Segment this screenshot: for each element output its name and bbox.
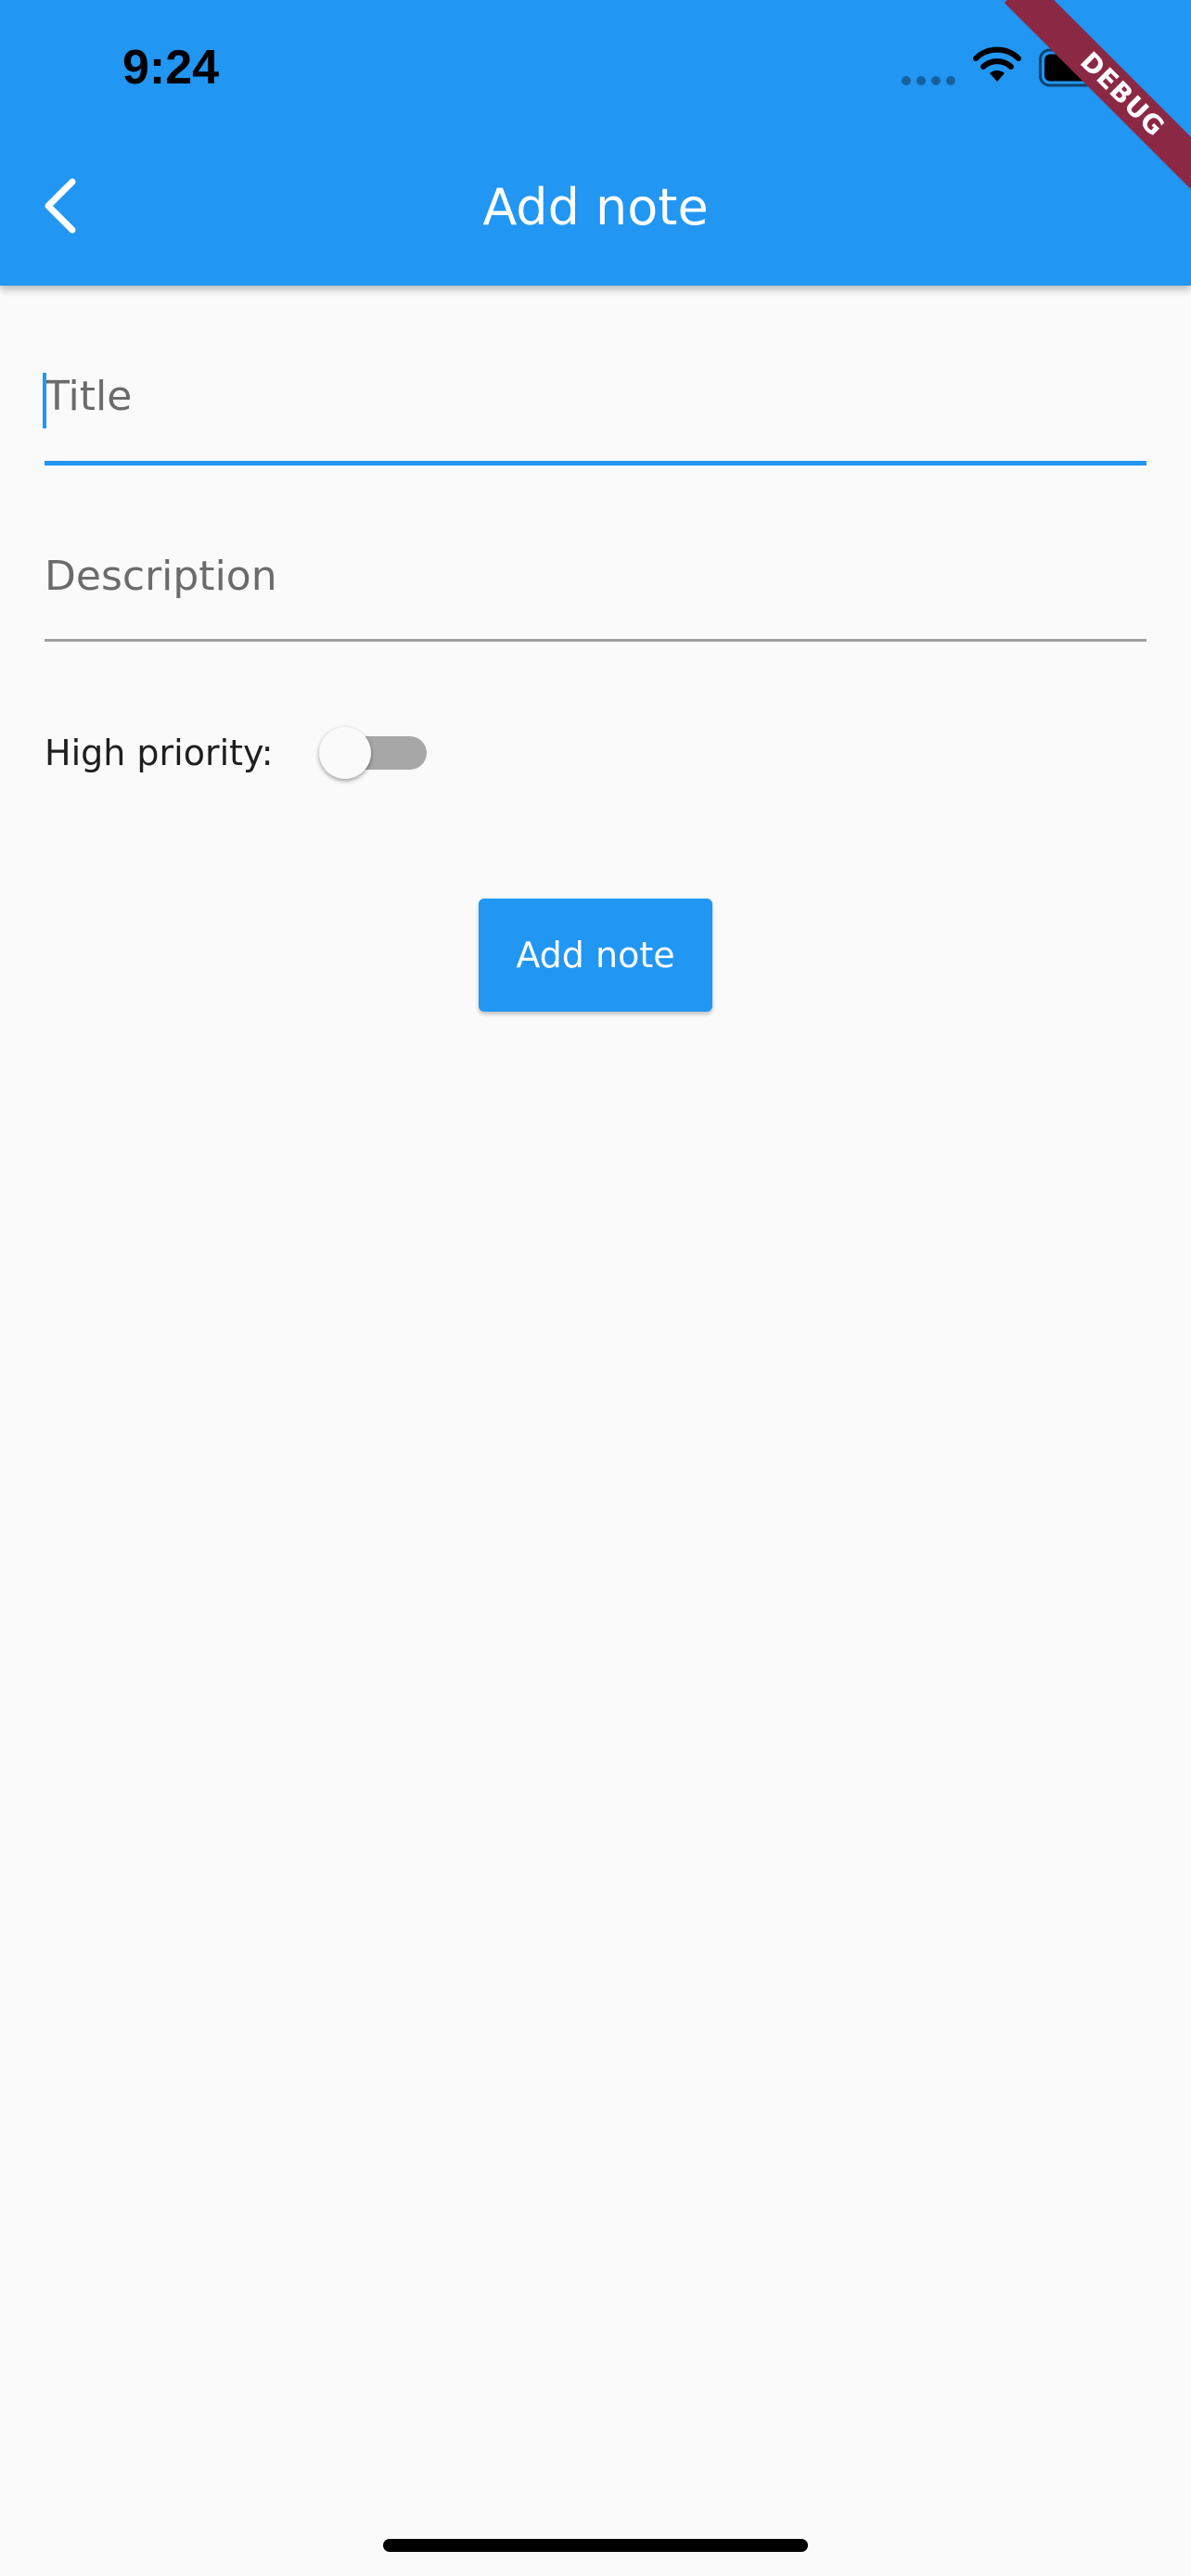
signal-dots-icon bbox=[902, 76, 957, 85]
add-note-button[interactable]: Add note bbox=[479, 899, 712, 1012]
title-field-underline bbox=[45, 461, 1146, 465]
wifi-icon bbox=[973, 46, 1021, 82]
switch-thumb[interactable] bbox=[319, 727, 371, 779]
battery-icon bbox=[1039, 48, 1110, 87]
high-priority-switch[interactable] bbox=[319, 727, 427, 779]
status-time: 9:24 bbox=[122, 41, 220, 95]
description-field-underline bbox=[45, 639, 1146, 642]
app-bar: 9:24 Add note bbox=[0, 0, 1191, 286]
title-input[interactable] bbox=[45, 369, 1146, 425]
text-caret bbox=[43, 373, 46, 428]
high-priority-label: High priority: bbox=[45, 733, 274, 773]
description-field[interactable] bbox=[45, 549, 1146, 642]
page-title: Add note bbox=[482, 178, 709, 236]
title-field[interactable] bbox=[43, 369, 1146, 465]
description-input[interactable] bbox=[45, 549, 1146, 605]
home-indicator[interactable] bbox=[383, 2539, 808, 2552]
